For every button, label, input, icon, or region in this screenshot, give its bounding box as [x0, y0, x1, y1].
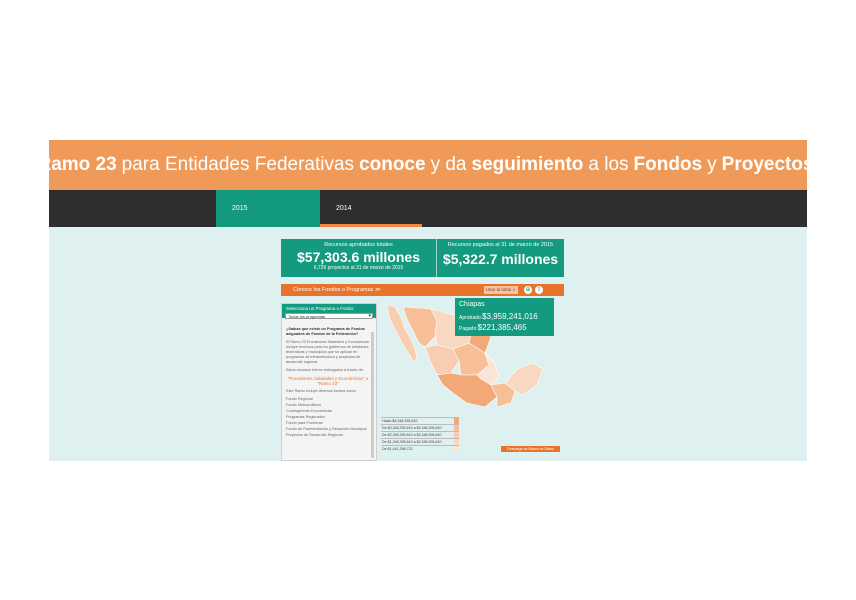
tab-2014[interactable]: 2014 — [320, 190, 422, 227]
tooltip-paid-label: Pagado: — [459, 326, 478, 332]
panel-body: ¿Sabías que existe un Programa de Fondos… — [286, 327, 370, 439]
legend-row: Hasta $4,346,395,610 — [381, 417, 459, 424]
approved-projects: 6,726 proyectos al 31 de marzo de 2015 — [313, 265, 404, 271]
legend-label: De $2,396,395,610 a $3,346,395,610 — [382, 433, 442, 437]
legend-row: De $1,441,396,722 — [381, 445, 459, 452]
tooltip-paid: Pagado:$221,385,465 — [459, 323, 527, 332]
map-legend: Hasta $4,346,395,610 De $3,346,395,610 a … — [381, 417, 459, 452]
legend-row: De $2,396,395,610 a $3,346,395,610 — [381, 431, 459, 438]
banner-text-6: Fondos — [633, 154, 703, 175]
zoom-icon[interactable]: ⊕ — [524, 286, 532, 294]
tooltip-approved-label: Aprobado: — [459, 315, 483, 321]
tooltip-approved: Aprobado:$3,959,241,016 — [459, 312, 538, 321]
state-tooltip: Chiapas Aprobado:$3,959,241,016 Pagado:$… — [455, 298, 554, 336]
panel-highlight: "Provisiones Salariales y Económicas" o … — [287, 376, 369, 386]
fund-list-item: Contingencias Económicas — [286, 409, 332, 413]
panel-paragraph-3: Este Ramo incluye diversos fondos como: — [286, 389, 357, 393]
banner-text-1: para Entidades Federativas — [121, 154, 355, 175]
legend-label: Hasta $4,346,395,610 — [382, 419, 418, 423]
fund-list-item: Proyectos de Desarrollo Regional — [286, 433, 343, 437]
tooltip-state: Chiapas — [459, 301, 485, 308]
panel-scrollbar[interactable] — [371, 332, 374, 458]
program-panel: Selecciona un Programa o Fondo: Todos lo… — [281, 303, 377, 461]
legend-label: De $1,441,396,722 — [382, 447, 413, 451]
fund-list-item: Fondo de Pavimentación y Desarrollo Muni… — [286, 427, 367, 431]
banner-text-2: conoce — [359, 154, 426, 175]
legend-label: De $1,396,395,610 a $2,396,395,610 — [382, 440, 442, 444]
table-button[interactable]: Usar la tabla ⇩ — [484, 286, 518, 294]
share-icon[interactable]: ⇧ — [535, 286, 543, 294]
toolbar: Conoce los Fondos o Programas ≫ Usar la … — [281, 284, 564, 296]
paid-summary: Recursos pagados al 31 de marzo de 2015 … — [437, 239, 564, 277]
program-select[interactable]: Todos los programas — [285, 313, 373, 319]
legend-swatch — [454, 446, 459, 452]
banner-text-5: a los — [588, 154, 629, 175]
download-data-button[interactable]: Descarga de Bases de Datos — [501, 446, 560, 452]
banner-text-3: y da — [430, 154, 467, 175]
approved-value: $57,303.6 millones — [297, 249, 420, 265]
legend-row: De $1,396,395,610 a $2,396,395,610 — [381, 438, 459, 445]
summary-box: Recursos aprobados totales $57,303.6 mil… — [281, 239, 564, 277]
fund-list-item: Programas Regionales — [286, 415, 325, 419]
know-funds-link[interactable]: Conoce los Fondos o Programas ≫ — [293, 287, 381, 293]
banner-text-0: Ramo 23 — [37, 154, 117, 175]
fund-list-item: Fondo para Fronteras — [286, 421, 323, 425]
page-banner: Ramo 23 para Entidades Federativas conoce y… — [37, 140, 814, 190]
banner-text-8: Proyectos — [721, 154, 814, 175]
fund-list-item: Fondo Regional — [286, 397, 313, 401]
legend-label: De $3,346,395,610 a $4,346,395,610 — [382, 426, 442, 430]
dashboard-area: Recursos aprobados totales $57,303.6 mil… — [49, 227, 807, 461]
approved-label: Recursos aprobados totales — [324, 242, 393, 248]
paid-value: $5,322.7 millones — [442, 251, 559, 267]
approved-summary: Recursos aprobados totales $57,303.6 mil… — [281, 239, 437, 277]
banner-text-7: y — [707, 154, 717, 175]
tooltip-paid-value: $221,385,465 — [477, 323, 527, 332]
panel-paragraph-1: El Ramo 23 Provisiones Salariales y Econ… — [286, 340, 369, 364]
panel-question: ¿Sabías que existe un Programa de Fondos… — [286, 327, 365, 336]
tab-2015[interactable]: 2015 — [216, 190, 320, 227]
panel-fund-list: Fondo Regional Fondo Metropolitano Conting… — [286, 397, 370, 438]
panel-paragraph-2: Estos recursos fueron entregados a travé… — [286, 368, 364, 372]
paid-label: Recursos pagados al 31 de marzo de 2015 — [447, 242, 554, 248]
legend-row: De $3,346,395,610 a $4,346,395,610 — [381, 424, 459, 431]
tooltip-approved-value: $3,959,241,016 — [482, 312, 538, 321]
year-tab-bar: 2015 2014 — [49, 190, 807, 227]
fund-list-item: Fondo Metropolitano — [286, 403, 321, 407]
banner-text-4: seguimiento — [471, 154, 584, 175]
